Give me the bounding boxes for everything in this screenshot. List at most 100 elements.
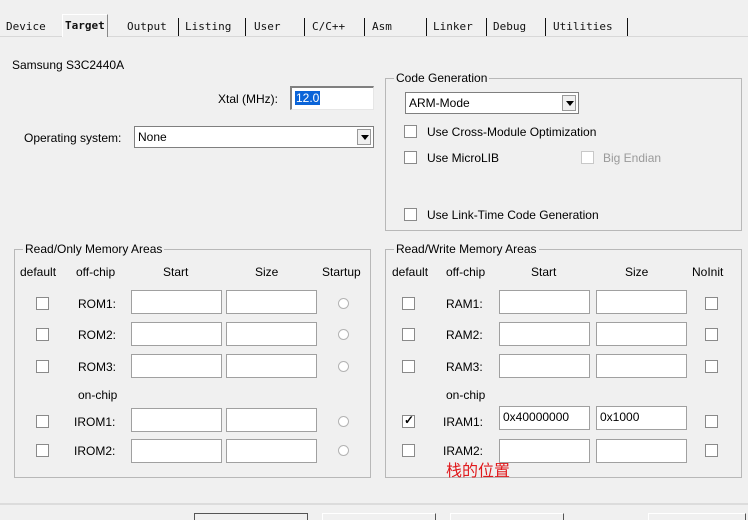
xtal-input[interactable]: 12.0	[290, 86, 374, 110]
iram2-size-input[interactable]	[596, 439, 687, 463]
chevron-down-icon[interactable]	[562, 95, 576, 111]
iram2-start-input[interactable]	[499, 439, 590, 463]
chevron-down-icon[interactable]	[357, 129, 371, 145]
irom1-label: IROM1:	[74, 415, 116, 429]
tab-listing[interactable]: Listing	[185, 18, 231, 36]
rom1-size-input[interactable]	[226, 290, 317, 314]
tab-separator	[364, 18, 365, 36]
iram1-noinit-checkbox[interactable]	[705, 415, 718, 428]
rom2-startup-radio[interactable]	[338, 329, 349, 340]
iram2-noinit-checkbox[interactable]	[705, 444, 718, 457]
rom3-label: ROM3:	[78, 360, 117, 374]
tab-debug[interactable]: Debug	[493, 18, 526, 36]
ram3-default-checkbox[interactable]	[402, 360, 415, 373]
tab-c-cpp[interactable]: C/C++	[312, 18, 345, 36]
tab-target[interactable]: Target	[62, 14, 108, 37]
defaults-button[interactable]	[450, 513, 564, 520]
arm-mode-select[interactable]: ARM-Mode	[405, 92, 579, 114]
ro-header-size: Size	[255, 265, 279, 279]
dialog-divider	[0, 503, 748, 505]
iram2-default-checkbox[interactable]	[402, 444, 415, 457]
iram1-label: IRAM1:	[443, 415, 484, 429]
device-name: Samsung S3C2440A	[12, 58, 125, 72]
os-select[interactable]: None	[134, 126, 374, 148]
tab-device[interactable]: Device	[6, 18, 46, 36]
tab-separator	[426, 18, 427, 36]
tab-separator	[304, 18, 305, 36]
irom2-size-input[interactable]	[226, 439, 317, 463]
big-endian-checkbox[interactable]	[581, 151, 594, 164]
ram1-noinit-checkbox[interactable]	[705, 297, 718, 310]
rw-onchip-label: on-chip	[446, 388, 486, 402]
iram2-label: IRAM2:	[443, 444, 484, 458]
help-button[interactable]	[648, 513, 746, 520]
rw-header-noinit: NoInit	[692, 265, 724, 279]
irom2-start-input[interactable]	[131, 439, 222, 463]
tab-output[interactable]: Output	[127, 18, 167, 36]
ro-header-start: Start	[163, 265, 189, 279]
ram2-noinit-checkbox[interactable]	[705, 328, 718, 341]
ram1-default-checkbox[interactable]	[402, 297, 415, 310]
rom3-default-checkbox[interactable]	[36, 360, 49, 373]
tab-asm[interactable]: Asm	[372, 18, 392, 36]
tab-separator	[627, 18, 628, 36]
ram1-size-input[interactable]	[596, 290, 687, 314]
irom1-size-input[interactable]	[226, 408, 317, 432]
ram1-start-input[interactable]	[499, 290, 590, 314]
iram1-default-checkbox[interactable]	[402, 413, 415, 428]
rom2-default-checkbox[interactable]	[36, 328, 49, 341]
ro-header-startup: Startup	[322, 265, 361, 279]
irom1-startup-radio[interactable]	[338, 416, 349, 427]
os-label: Operating system:	[24, 131, 122, 145]
rom1-startup-radio[interactable]	[338, 298, 349, 309]
irom1-start-input[interactable]	[131, 408, 222, 432]
rw-header-default: default	[392, 265, 429, 279]
stack-location-annotation: 栈的位置	[446, 461, 511, 480]
ram3-label: RAM3:	[446, 360, 483, 374]
ram2-default-checkbox[interactable]	[402, 328, 415, 341]
cross-module-checkbox[interactable]	[404, 125, 417, 138]
rom2-start-input[interactable]	[131, 322, 222, 346]
rom3-startup-radio[interactable]	[338, 361, 349, 372]
big-endian-label: Big Endian	[603, 151, 662, 165]
iram1-start-input[interactable]: 0x40000000	[499, 406, 590, 430]
link-time-checkbox[interactable]	[404, 208, 417, 221]
link-time-label: Use Link-Time Code Generation	[427, 208, 599, 222]
ro-header-offchip: off-chip	[76, 265, 116, 279]
tab-utilities[interactable]: Utilities	[553, 18, 613, 36]
ram3-noinit-checkbox[interactable]	[705, 360, 718, 373]
ram2-start-input[interactable]	[499, 322, 590, 346]
irom1-default-checkbox[interactable]	[36, 415, 49, 428]
rom3-size-input[interactable]	[226, 354, 317, 378]
code-generation-title: Code Generation	[394, 71, 490, 85]
ro-header-default: default	[20, 265, 57, 279]
rw-header-size: Size	[625, 265, 649, 279]
arm-mode-value: ARM-Mode	[409, 96, 470, 110]
iram1-size-input[interactable]: 0x1000	[596, 406, 687, 430]
rw-header-start: Start	[531, 265, 557, 279]
rom1-start-input[interactable]	[131, 290, 222, 314]
irom2-startup-radio[interactable]	[338, 445, 349, 456]
ram3-size-input[interactable]	[596, 354, 687, 378]
tab-separator	[545, 18, 546, 36]
ram3-start-input[interactable]	[499, 354, 590, 378]
ram1-label: RAM1:	[446, 297, 483, 311]
rom1-default-checkbox[interactable]	[36, 297, 49, 310]
tab-separator	[245, 18, 246, 36]
ok-button[interactable]	[194, 513, 308, 520]
cancel-button[interactable]	[322, 513, 436, 520]
rom2-size-input[interactable]	[226, 322, 317, 346]
rom3-start-input[interactable]	[131, 354, 222, 378]
irom2-default-checkbox[interactable]	[36, 444, 49, 457]
rw-header-offchip: off-chip	[446, 265, 486, 279]
rw-memory-title: Read/Write Memory Areas	[394, 242, 539, 256]
microlib-checkbox[interactable]	[404, 151, 417, 164]
tab-linker[interactable]: Linker	[433, 18, 473, 36]
rom2-label: ROM2:	[78, 328, 117, 342]
xtal-value: 12.0	[295, 91, 321, 105]
ro-memory-title: Read/Only Memory Areas	[23, 242, 165, 256]
microlib-label: Use MicroLIB	[427, 151, 500, 165]
ram2-size-input[interactable]	[596, 322, 687, 346]
cross-module-label: Use Cross-Module Optimization	[427, 125, 597, 139]
tab-user[interactable]: User	[254, 18, 281, 36]
